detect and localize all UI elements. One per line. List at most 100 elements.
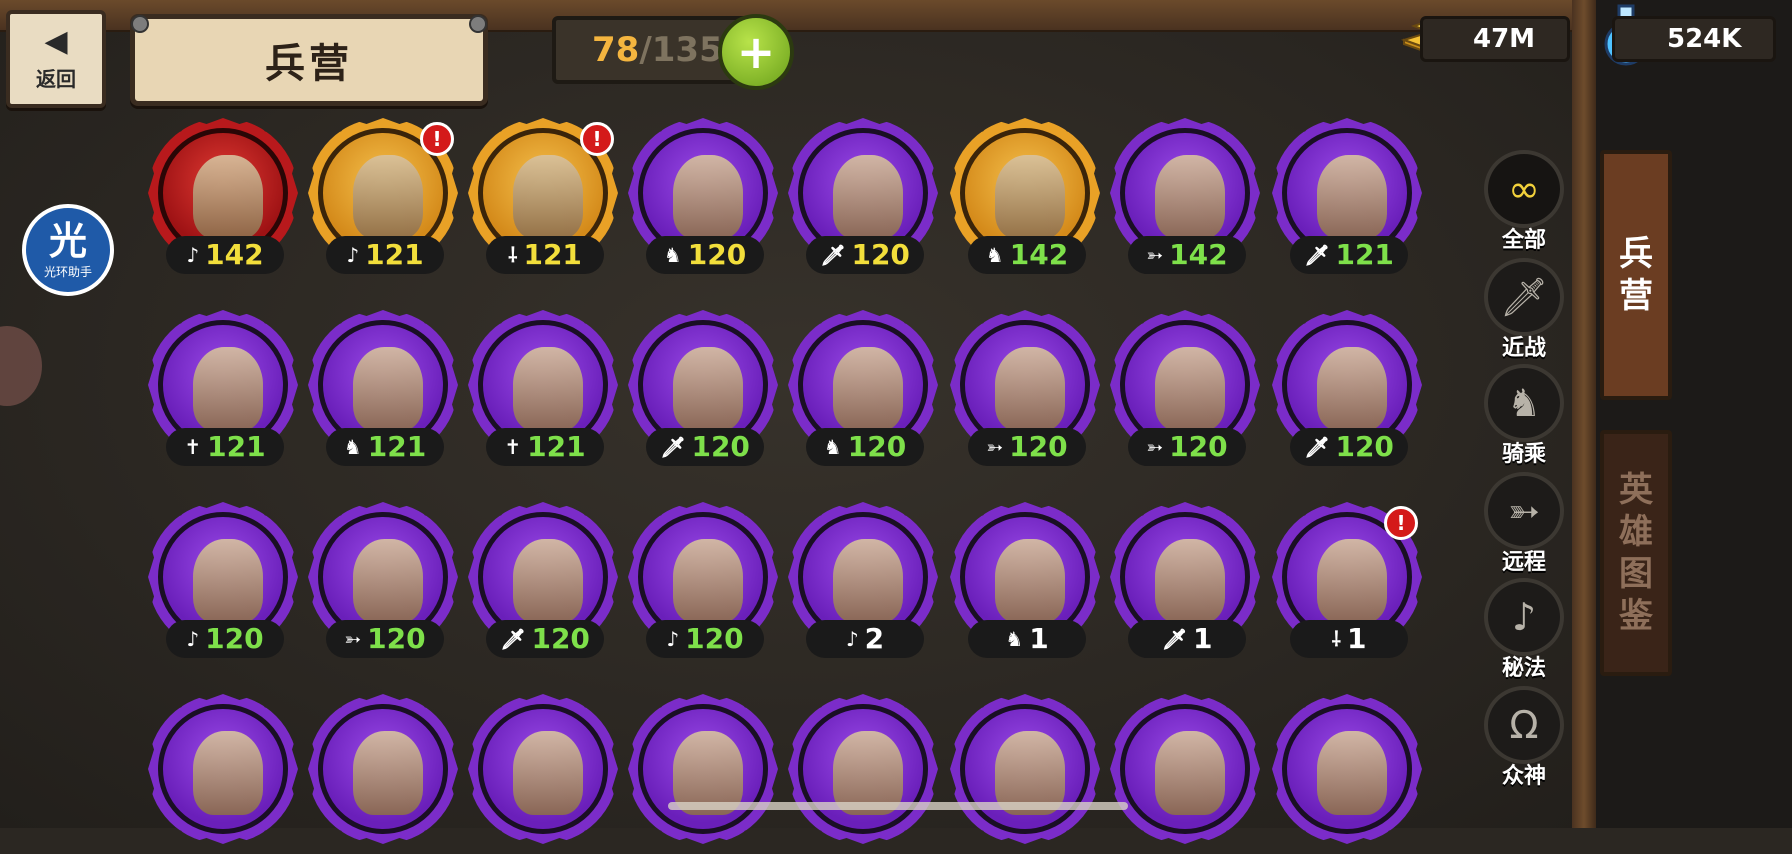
tab-label-char: 兵 <box>1619 234 1653 274</box>
unit-level-badge: ➳ 120 <box>326 620 444 658</box>
gold-amount[interactable]: 47M <box>1420 16 1570 62</box>
unit-level-badge: ♪ 120 <box>646 620 764 658</box>
assistant-label: 光环助手 <box>43 262 92 280</box>
assistant-floating-button[interactable]: 光 光环助手 <box>22 204 114 296</box>
unit-card[interactable]: ♪ 121! <box>308 118 458 278</box>
unit-level: 121 <box>365 238 424 271</box>
class-arcane-icon: ♪ <box>845 627 859 651</box>
unit-hero-art <box>353 347 423 431</box>
class-melee-icon: 🗡 <box>500 627 526 651</box>
gold-value: 47M <box>1473 24 1536 54</box>
class-mounted-ranged-icon: ♞ <box>663 243 682 267</box>
unit-card[interactable]: ➳ 120 <box>1110 310 1260 470</box>
unit-portrait <box>478 704 608 834</box>
unit-portrait <box>638 704 768 834</box>
class-ranged-icon: ➳ <box>1146 243 1164 267</box>
unit-card[interactable]: ♞ 142 <box>950 118 1100 278</box>
unit-hero-art <box>193 155 263 239</box>
filter-mounted-label: 骑乘 <box>1501 442 1546 467</box>
unit-card[interactable] <box>788 694 938 854</box>
potion-value: 524K <box>1667 24 1742 54</box>
unit-card[interactable]: ➳ 120 <box>950 310 1100 470</box>
unit-card[interactable]: ⸸ 121! <box>468 118 618 278</box>
capacity-max: 135 <box>651 30 723 70</box>
filter-arcane-label: 秘法 <box>1501 656 1546 681</box>
filter-mounted[interactable]: ♞ 骑乘 <box>1480 364 1568 468</box>
unit-level: 121 <box>523 238 582 271</box>
home-indicator[interactable] <box>668 802 1128 810</box>
unit-card[interactable] <box>1272 694 1422 854</box>
unit-level-badge: ♪ 142 <box>166 236 284 274</box>
unit-card[interactable] <box>1110 694 1260 854</box>
class-mounted-icon: ♞ <box>985 243 1004 267</box>
class-holy-icon: ✝ <box>184 435 202 459</box>
unit-hero-art <box>353 155 423 239</box>
class-ranged-icon: ➳ <box>344 627 362 651</box>
unit-card[interactable]: ♪ 120 <box>148 502 298 662</box>
tab-label-char: 英 <box>1619 470 1653 510</box>
tab-label-char: 营 <box>1619 276 1653 316</box>
class-spear-icon: ⸸ <box>1331 627 1341 651</box>
unit-card[interactable]: 🗡 120 <box>628 310 778 470</box>
alert-icon: ! <box>580 122 614 156</box>
back-arrow-icon: ◀ <box>44 23 68 59</box>
class-holy-icon: ✝ <box>504 435 522 459</box>
unit-card[interactable] <box>628 694 778 854</box>
unit-portrait <box>158 704 288 834</box>
unit-card[interactable] <box>468 694 618 854</box>
unit-hero-art <box>1155 731 1225 815</box>
unit-level-badge: 🗡 121 <box>1290 236 1408 274</box>
unit-card[interactable]: ⸸ 1! <box>1272 502 1422 662</box>
class-mounted-ranged-icon: ♞ <box>1005 627 1024 651</box>
unit-hero-art <box>673 539 743 623</box>
unit-card[interactable]: 🗡 1 <box>1110 502 1260 662</box>
unit-card[interactable]: 🗡 120 <box>1272 310 1422 470</box>
unit-hero-art <box>995 539 1065 623</box>
unit-card[interactable]: ♞ 121 <box>308 310 458 470</box>
unit-hero-art <box>1155 539 1225 623</box>
filter-all[interactable]: ∞ 全部 <box>1480 150 1568 254</box>
unit-level: 120 <box>1169 430 1228 463</box>
filter-mounted-icon: ♞ <box>1484 364 1564 442</box>
unit-card[interactable]: ♪ 2 <box>788 502 938 662</box>
filter-gods[interactable]: Ω 众神 <box>1480 686 1568 790</box>
unit-hero-art <box>353 539 423 623</box>
unit-portrait <box>318 704 448 834</box>
unit-card[interactable]: ✝ 121 <box>468 310 618 470</box>
unit-card[interactable]: ♞ 120 <box>788 310 938 470</box>
unit-card[interactable] <box>148 694 298 854</box>
back-button[interactable]: ◀ 返回 <box>6 10 106 108</box>
unit-card[interactable]: 🗡 120 <box>468 502 618 662</box>
unit-card[interactable]: ♪ 142 <box>148 118 298 278</box>
class-melee-icon: 🗡 <box>1304 243 1330 267</box>
unit-level: 1 <box>1192 622 1213 655</box>
unit-card[interactable] <box>950 694 1100 854</box>
tab-hero-codex[interactable]: 英雄图鉴 <box>1600 430 1672 676</box>
unit-card[interactable] <box>308 694 458 854</box>
class-ranged-icon: ➳ <box>1146 435 1164 459</box>
unit-hero-art <box>513 347 583 431</box>
filter-arcane-icon: ♪ <box>1484 578 1564 656</box>
unit-card[interactable]: ✝ 121 <box>148 310 298 470</box>
unit-card[interactable]: ♞ 1 <box>950 502 1100 662</box>
potion-amount[interactable]: 524K <box>1612 16 1776 62</box>
unit-level-badge: 🗡 1 <box>1128 620 1246 658</box>
unit-card[interactable]: 🗡 121 <box>1272 118 1422 278</box>
filter-ranged[interactable]: ➳ 远程 <box>1480 472 1568 576</box>
unit-level-badge: ➳ 120 <box>1128 428 1246 466</box>
class-arcane-icon: ♪ <box>346 243 360 267</box>
unit-level: 1 <box>1029 622 1049 655</box>
unit-hero-art <box>513 731 583 815</box>
unit-card[interactable]: ➳ 142 <box>1110 118 1260 278</box>
unit-level: 1 <box>1346 622 1367 655</box>
unit-level-badge: 🗡 120 <box>486 620 604 658</box>
unit-card[interactable]: ➳ 120 <box>308 502 458 662</box>
filter-arcane[interactable]: ♪ 秘法 <box>1480 578 1568 682</box>
unit-card[interactable]: ♞ 120 <box>628 118 778 278</box>
unit-card[interactable]: ♪ 120 <box>628 502 778 662</box>
tab-barracks[interactable]: 兵营 <box>1600 150 1672 400</box>
add-capacity-button[interactable]: + <box>718 14 794 90</box>
filter-melee[interactable]: 🗡 近战 <box>1480 258 1568 362</box>
unit-level: 120 <box>531 622 590 655</box>
unit-card[interactable]: 🗡 120 <box>788 118 938 278</box>
